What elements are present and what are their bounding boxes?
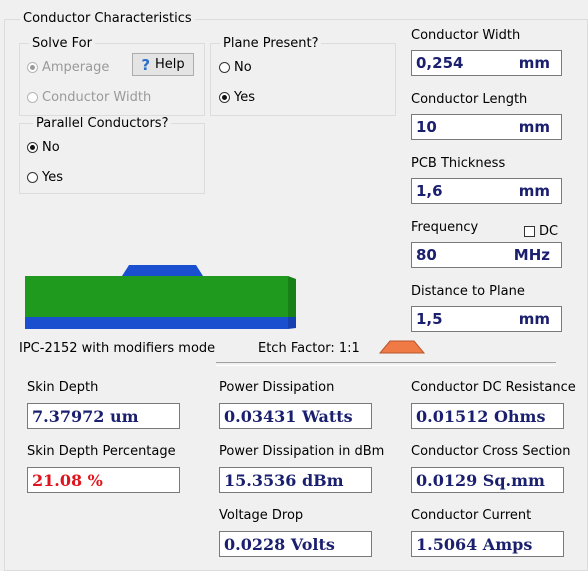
dc-checkbox[interactable] (524, 226, 535, 237)
section-title: Conductor Characteristics (20, 11, 195, 26)
radio-plane-no-label: No (234, 60, 252, 75)
frequency-unit: MHz (513, 246, 550, 264)
pcb-thickness-input[interactable]: 1,6 mm (411, 178, 562, 204)
pcb-substrate-side (288, 276, 296, 317)
pcb-thickness-unit: mm (518, 182, 550, 200)
radio-parallel-yes[interactable]: Yes (27, 170, 63, 185)
conductor-width-unit: mm (518, 54, 550, 72)
radio-indicator (27, 92, 38, 103)
skin-depth-output: 7.37972 um (27, 403, 180, 429)
conductor-dc-resistance-output: 0.01512 Ohms (411, 403, 564, 429)
power-dissipation-dbm-output: 15.3536 dBm (219, 467, 372, 493)
conductor-length-unit: mm (518, 118, 550, 136)
copper-trace (122, 265, 203, 276)
conductor-width-value: 0,254 (416, 54, 464, 72)
radio-parallel-yes-label: Yes (42, 170, 63, 185)
radio-conductor-width-label: Conductor Width (42, 90, 152, 105)
help-question-icon: ? (141, 55, 151, 74)
conductor-cross-section-label: Conductor Cross Section (411, 444, 571, 459)
conductor-width-input[interactable]: 0,254 mm (411, 50, 562, 76)
parallel-conductors-legend: Parallel Conductors? (33, 116, 172, 131)
help-button-label: Help (155, 57, 185, 72)
dc-checkbox-label: DC (539, 224, 559, 239)
ground-plane-side (288, 317, 296, 329)
radio-indicator (219, 62, 230, 73)
distance-to-plane-value: 1,5 (416, 310, 443, 328)
radio-conductor-width[interactable]: Conductor Width (27, 90, 151, 105)
radio-amperage-label: Amperage (42, 60, 110, 75)
radio-indicator (219, 92, 230, 103)
radio-plane-yes[interactable]: Yes (219, 90, 255, 105)
radio-parallel-no[interactable]: No (27, 140, 60, 155)
conductor-length-value: 10 (416, 118, 437, 136)
pcb-cross-section-illustration (25, 265, 296, 329)
skin-depth-percentage-output: 21.08 % (27, 467, 180, 493)
distance-to-plane-unit: mm (518, 310, 550, 328)
radio-plane-yes-label: Yes (234, 90, 255, 105)
power-dissipation-dbm-label: Power Dissipation in dBm (219, 444, 385, 459)
frequency-value: 80 (416, 246, 437, 264)
conductor-length-label: Conductor Length (411, 92, 528, 107)
voltage-drop-label: Voltage Drop (219, 508, 304, 523)
radio-plane-no[interactable]: No (219, 60, 252, 75)
pcb-thickness-label: PCB Thickness (411, 156, 506, 171)
solve-for-legend: Solve For (29, 36, 95, 51)
help-button[interactable]: ? Help (132, 53, 194, 76)
mode-text: IPC-2152 with modifiers mode (19, 341, 216, 356)
frequency-label: Frequency (411, 220, 479, 235)
radio-indicator (27, 62, 38, 73)
results-divider (216, 362, 556, 366)
conductor-current-label: Conductor Current (411, 508, 532, 523)
conductor-current-output: 1.5064 Amps (411, 531, 564, 557)
radio-indicator (27, 142, 38, 153)
pcb-substrate (25, 276, 288, 317)
etch-factor-text: Etch Factor: 1:1 (258, 341, 360, 356)
frequency-input[interactable]: 80 MHz (411, 242, 562, 268)
voltage-drop-output: 0.0228 Volts (219, 531, 372, 557)
ground-plane (25, 317, 288, 329)
skin-depth-label: Skin Depth (27, 380, 99, 395)
conductor-dc-resistance-label: Conductor DC Resistance (411, 380, 576, 395)
skin-depth-percentage-label: Skin Depth Percentage (27, 444, 176, 459)
radio-indicator (27, 172, 38, 183)
power-dissipation-label: Power Dissipation (219, 380, 335, 395)
pcb-thickness-value: 1,6 (416, 182, 443, 200)
conductor-length-input[interactable]: 10 mm (411, 114, 562, 140)
radio-parallel-no-label: No (42, 140, 60, 155)
radio-amperage[interactable]: Amperage (27, 60, 109, 75)
etch-factor-trapezoid-icon (378, 340, 426, 354)
plane-present-legend: Plane Present? (220, 36, 322, 51)
power-dissipation-output: 0.03431 Watts (219, 403, 372, 429)
conductor-width-label: Conductor Width (411, 28, 521, 43)
distance-to-plane-input[interactable]: 1,5 mm (411, 306, 562, 332)
distance-to-plane-label: Distance to Plane (411, 284, 525, 299)
plane-present-group (210, 43, 396, 116)
conductor-cross-section-output: 0.0129 Sq.mm (411, 467, 564, 493)
